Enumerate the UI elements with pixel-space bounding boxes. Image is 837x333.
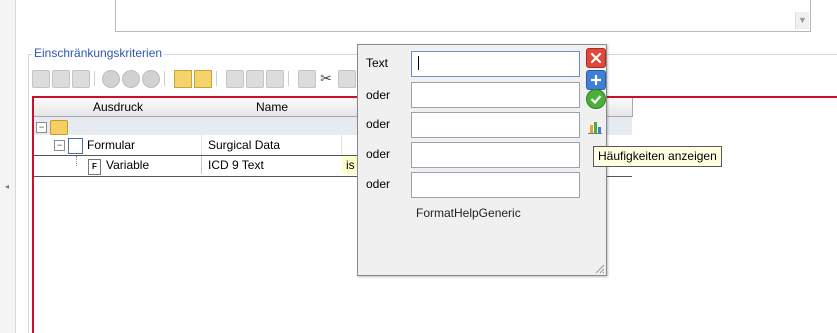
collapse-arrow-icon[interactable]: ◂ bbox=[5, 183, 11, 191]
field-label: oder bbox=[366, 88, 391, 102]
criteria-toolbar: ✂ bbox=[32, 70, 362, 90]
tooltip: Häufigkeiten anzeigen bbox=[593, 146, 722, 167]
description-textarea[interactable] bbox=[115, 0, 811, 32]
field-label: oder bbox=[366, 117, 391, 131]
toolbar-separator bbox=[94, 71, 95, 86]
cell-divider bbox=[201, 135, 202, 155]
scrollbar-down-button[interactable]: ▼ bbox=[795, 12, 809, 29]
add-variable-icon[interactable] bbox=[194, 70, 212, 88]
new-expression-icon[interactable] bbox=[32, 70, 50, 88]
splitter-gutter[interactable] bbox=[0, 0, 16, 333]
form-icon bbox=[68, 138, 83, 154]
column-header-name[interactable]: Name bbox=[202, 98, 343, 117]
frequency-chart-icon[interactable] bbox=[586, 118, 604, 136]
cell-divider bbox=[341, 135, 342, 155]
group-title: Einschränkungskriterien bbox=[32, 45, 165, 61]
and-operator-icon[interactable] bbox=[102, 70, 120, 88]
toolbar-separator bbox=[288, 71, 289, 86]
field-label: Text bbox=[366, 56, 389, 70]
row-expression: Formular bbox=[87, 138, 136, 152]
cut-icon[interactable]: ✂ bbox=[318, 70, 334, 86]
add-icon[interactable] bbox=[586, 70, 606, 90]
list-icon[interactable] bbox=[52, 70, 70, 88]
row-name: ICD 9 Text bbox=[208, 158, 264, 172]
text-input[interactable] bbox=[411, 51, 580, 77]
text-cursor bbox=[418, 56, 419, 70]
table-icon[interactable] bbox=[72, 70, 90, 88]
table-border-top bbox=[630, 96, 837, 98]
or-input[interactable] bbox=[411, 142, 580, 168]
variable-icon: F bbox=[88, 159, 101, 175]
cell-divider bbox=[201, 156, 202, 174]
chevron-down-icon: ▼ bbox=[798, 15, 807, 25]
collapse-toggle-icon[interactable]: − bbox=[36, 122, 47, 133]
field-label: oder bbox=[366, 147, 391, 161]
paste-icon[interactable] bbox=[338, 70, 356, 88]
not-operator-icon[interactable] bbox=[142, 70, 160, 88]
folder-icon bbox=[50, 120, 68, 135]
toolbar-separator bbox=[164, 71, 165, 86]
field-label: oder bbox=[366, 177, 391, 191]
hierarchy-icon[interactable] bbox=[266, 70, 284, 88]
close-icon[interactable] bbox=[586, 48, 606, 68]
tree-line bbox=[76, 156, 78, 166]
format-help-text: FormatHelpGeneric bbox=[416, 206, 521, 220]
add-form-icon[interactable] bbox=[174, 70, 192, 88]
copy-icon[interactable] bbox=[298, 70, 316, 88]
or-input[interactable] bbox=[411, 112, 580, 138]
row-name: Surgical Data bbox=[208, 138, 281, 152]
collapse-toggle-icon[interactable]: − bbox=[54, 140, 65, 151]
row-expression: Variable bbox=[106, 158, 150, 172]
column-header-expression[interactable]: Ausdruck bbox=[34, 98, 203, 117]
resize-grip-icon[interactable] bbox=[593, 262, 605, 274]
confirm-icon[interactable] bbox=[586, 89, 606, 109]
or-input[interactable] bbox=[411, 82, 580, 108]
or-operator-icon[interactable] bbox=[122, 70, 140, 88]
open-folder-icon[interactable] bbox=[246, 70, 264, 88]
or-input[interactable] bbox=[411, 172, 580, 198]
print-icon[interactable] bbox=[226, 70, 244, 88]
group-border-left bbox=[28, 54, 29, 333]
toolbar-separator bbox=[216, 71, 217, 86]
